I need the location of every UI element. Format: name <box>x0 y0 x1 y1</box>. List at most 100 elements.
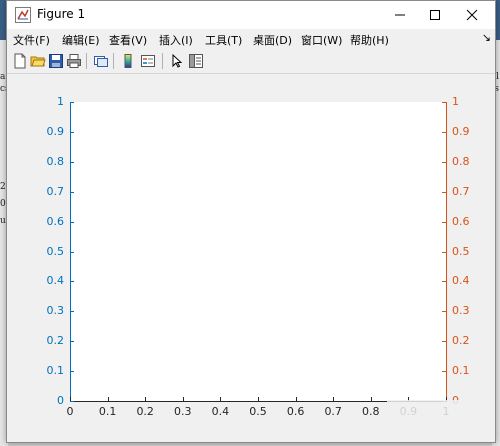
y-left-tick-mark <box>70 251 74 253</box>
y-left-tick-label: 0.5 <box>46 244 65 258</box>
menu-insert[interactable]: 插入(I) <box>159 32 193 48</box>
x-tick-mark <box>295 397 297 401</box>
menu-window[interactable]: 窗口(W) <box>301 32 342 48</box>
x-tick-label: 0 <box>66 405 74 418</box>
menu-bar: 文件(F) 编辑(E) 查看(V) 插入(I) 工具(T) 桌面(D) 窗口(W… <box>7 29 495 49</box>
y-left-tick-mark <box>70 161 74 163</box>
y-left-tick-mark <box>70 341 74 343</box>
y-right-tick-mark <box>442 191 446 193</box>
y-right-tick-label: 0.7 <box>452 184 470 198</box>
y-right-tick-mark <box>442 102 446 103</box>
property-inspector-icon <box>189 54 203 68</box>
maximize-icon <box>430 10 440 20</box>
insert-colorbar-button[interactable] <box>119 52 137 70</box>
x-tick-mark <box>220 397 222 401</box>
maximize-button[interactable] <box>416 1 454 29</box>
x-tick-mark <box>70 397 71 401</box>
x-tick-label: 0.7 <box>324 405 342 418</box>
y-right-tick-mark <box>442 281 446 283</box>
plot-area[interactable] <box>70 102 446 401</box>
y-right-tick-mark <box>442 311 446 313</box>
y-left-tick-mark <box>70 221 74 223</box>
menu-view[interactable]: 查看(V) <box>109 32 147 48</box>
close-icon <box>466 9 478 21</box>
figure-canvas[interactable]: 00.10.20.30.40.50.60.70.80.9100.10.20.30… <box>7 74 495 442</box>
new-figure-button[interactable] <box>11 52 29 70</box>
y-left-tick-label: 1 <box>57 95 64 108</box>
insert-colorbar-icon <box>124 54 132 68</box>
menu-overflow-icon[interactable]: ↘ <box>482 31 491 44</box>
watermark-overlay <box>387 400 477 416</box>
background-text-fragment: 0 <box>0 199 6 209</box>
link-plot-icon <box>94 56 108 67</box>
background-text-fragment: 2 <box>0 182 6 192</box>
y-left-tick-label: 0.8 <box>46 154 65 168</box>
y-right-tick-label: 0.3 <box>452 304 470 318</box>
x-tick-label: 0.4 <box>211 405 230 418</box>
y-right-tick-label: 0.5 <box>452 244 470 258</box>
y-right-tick-label: 0.2 <box>452 334 470 348</box>
y-right-tick-label: 0.4 <box>452 274 470 288</box>
x-tick-label: 0.5 <box>249 405 267 418</box>
insert-legend-button[interactable] <box>139 52 157 70</box>
figure-window: Figure 1 文件(F) 编辑(E) 查看(V) 插入(I) 工具(T) 桌… <box>6 0 496 443</box>
x-tick-label: 0.1 <box>98 405 117 418</box>
save-icon <box>49 54 63 68</box>
y-left-tick-mark <box>70 371 74 373</box>
background-text-fragment: a <box>0 72 6 82</box>
open-file-icon <box>30 56 46 67</box>
y-right-tick-mark <box>442 341 446 343</box>
menu-desktop[interactable]: 桌面(D) <box>253 32 292 48</box>
menu-file[interactable]: 文件(F) <box>13 32 50 48</box>
x-tick-label: 0.3 <box>174 405 192 418</box>
link-plot-button[interactable] <box>92 52 110 70</box>
background-text-fragment: u <box>0 216 6 226</box>
print-icon <box>67 54 81 68</box>
toolbar-separator <box>113 53 114 69</box>
x-tick-mark <box>182 397 184 401</box>
y-right-tick-label: 1 <box>452 95 459 108</box>
y-right-tick-mark <box>442 221 446 223</box>
y-right-tick-mark <box>442 131 446 133</box>
y-right-tick-label: 0.1 <box>452 364 470 378</box>
y-left-tick-label: 0.7 <box>46 184 65 198</box>
y-right-tick-label: 0.6 <box>452 214 470 228</box>
y-right-tick-mark <box>442 251 446 253</box>
y-left-tick-label: 0.9 <box>46 124 65 138</box>
y-left-tick-mark <box>70 311 74 313</box>
property-inspector-button[interactable] <box>187 52 205 70</box>
y-left-tick-label: 0.1 <box>46 364 65 378</box>
toolbar-separator <box>86 53 87 69</box>
y-left-tick-label: 0.3 <box>46 304 65 318</box>
x-tick-mark <box>107 397 109 401</box>
y-right-tick-mark <box>442 161 446 163</box>
edit-plot-button[interactable] <box>168 52 186 70</box>
minimize-button[interactable] <box>381 1 419 29</box>
x-tick-label: 0.6 <box>286 405 305 418</box>
y-left-tick-mark <box>70 191 74 193</box>
y-left-tick-mark <box>70 401 74 402</box>
print-button[interactable] <box>65 52 83 70</box>
close-button[interactable] <box>453 1 491 29</box>
toolbar-separator <box>162 53 163 69</box>
y-left-tick-mark <box>70 102 74 103</box>
insert-legend-icon <box>141 55 155 67</box>
menu-edit[interactable]: 编辑(E) <box>62 32 100 48</box>
title-bar[interactable]: Figure 1 <box>7 1 495 29</box>
y-left-tick-label: 0.6 <box>46 214 65 228</box>
x-tick-mark <box>258 397 259 401</box>
background-text-fragment: l <box>496 72 499 82</box>
figure-toolbar <box>7 49 495 74</box>
menu-help[interactable]: 帮助(H) <box>350 32 389 48</box>
window-title: Figure 1 <box>37 7 86 21</box>
y-left-tick-label: 0.4 <box>46 274 65 288</box>
y-left-tick-mark <box>70 131 74 133</box>
open-file-button[interactable] <box>29 52 47 70</box>
y-right-tick-label: 0.8 <box>452 154 470 168</box>
save-button[interactable] <box>47 52 65 70</box>
menu-tools[interactable]: 工具(T) <box>205 32 242 48</box>
x-tick-mark <box>333 397 335 401</box>
x-tick-label: 0.2 <box>136 405 154 418</box>
x-tick-label: 0.8 <box>362 405 380 418</box>
x-tick-mark <box>145 397 147 401</box>
